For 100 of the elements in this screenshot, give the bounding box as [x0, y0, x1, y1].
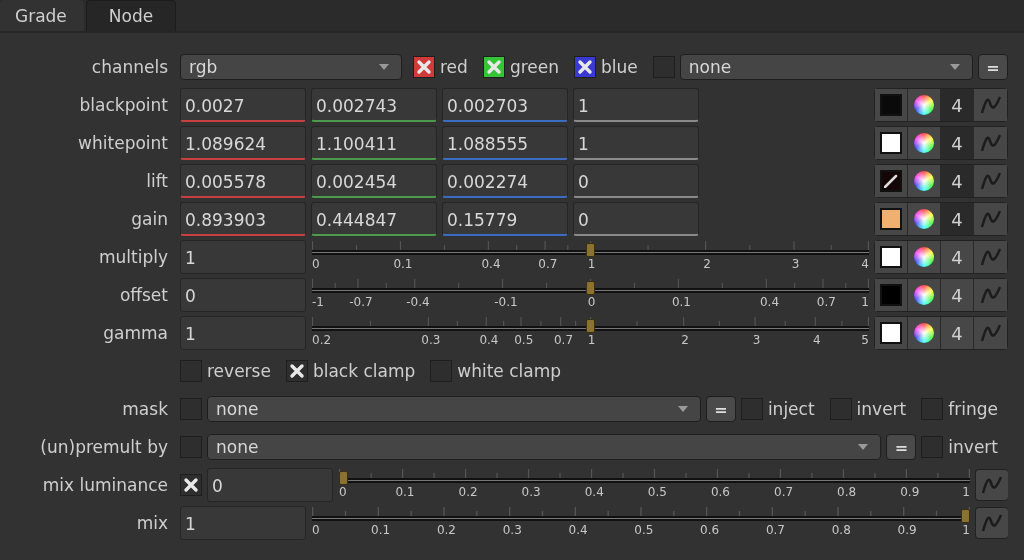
- number-field[interactable]: 1: [573, 126, 699, 160]
- color-wheel-icon: [914, 323, 934, 343]
- tick-label: 0.7: [816, 295, 836, 309]
- checkbox-label: black clamp: [312, 361, 416, 381]
- color-swatch-button[interactable]: [875, 165, 908, 197]
- color-swatch-button[interactable]: [875, 317, 908, 349]
- caret-icon: [379, 64, 389, 70]
- curve-icon: [979, 171, 1002, 191]
- channel-count-button[interactable]: 4: [941, 127, 974, 159]
- slider-thumb[interactable]: [586, 319, 595, 333]
- number-field[interactable]: 0.893903: [180, 202, 306, 236]
- number-field[interactable]: 0.444847: [311, 202, 437, 236]
- tick-label: 0.9: [900, 485, 920, 499]
- color-swatch-button[interactable]: [875, 89, 908, 121]
- channel-count-button[interactable]: 4: [941, 89, 974, 121]
- tick-label: 0.5: [634, 523, 654, 537]
- tick-label: -0.4: [406, 295, 430, 309]
- number-field[interactable]: 0: [573, 202, 699, 236]
- tab[interactable]: Grade: [0, 0, 84, 31]
- tick-label: 1: [962, 523, 970, 537]
- field-label: mask: [121, 399, 169, 419]
- number-field[interactable]: 1: [180, 506, 306, 540]
- number-field[interactable]: 0.005578: [180, 164, 306, 198]
- curve-icon: [981, 513, 1003, 533]
- checkbox-label: invert: [948, 437, 998, 457]
- dropdown[interactable]: none: [207, 434, 882, 460]
- number-field[interactable]: 0.002454: [311, 164, 437, 198]
- checkbox-label: red: [440, 57, 468, 77]
- number-field[interactable]: 1.088555: [442, 126, 568, 160]
- tick-label: 0.3: [502, 523, 522, 537]
- number-field[interactable]: 1: [180, 240, 306, 274]
- slider-thumb[interactable]: [961, 509, 970, 523]
- tick-label: -1: [312, 295, 324, 309]
- tick-label: 0.3: [421, 333, 441, 347]
- tick-label: 0.4: [481, 257, 501, 271]
- color-wheel-icon: [914, 171, 934, 191]
- cross-icon: [416, 59, 432, 75]
- tick-label: 0.7: [553, 333, 574, 347]
- tick-label: 2: [703, 257, 711, 271]
- number-field[interactable]: 0: [207, 468, 333, 502]
- slider-thumb[interactable]: [586, 281, 595, 295]
- dropdown[interactable]: none: [679, 54, 973, 80]
- channel-count-button[interactable]: 4: [941, 165, 974, 197]
- number-field[interactable]: 1: [573, 88, 699, 122]
- link-button[interactable]: =: [705, 396, 736, 422]
- color-swatch-button[interactable]: [875, 203, 908, 235]
- link-button[interactable]: =: [886, 434, 917, 460]
- tick-label: 0: [312, 523, 320, 537]
- field-label: mix: [135, 513, 169, 533]
- number-field[interactable]: 0: [180, 278, 306, 312]
- slider-track[interactable]: [312, 279, 869, 296]
- cross-icon: [183, 477, 199, 493]
- checkbox[interactable]: [482, 56, 505, 78]
- number-field[interactable]: 0.002703: [442, 88, 568, 122]
- curve-icon: [979, 133, 1002, 153]
- tick-label: 0.7: [765, 523, 785, 537]
- curve-icon: [981, 475, 1003, 495]
- color-swatch-button[interactable]: [875, 279, 908, 311]
- field-label: whitepoint: [77, 133, 169, 153]
- cross-icon: [288, 363, 305, 379]
- dropdown[interactable]: rgb: [180, 54, 402, 80]
- tick-label: 0.7: [538, 257, 558, 271]
- field-label: gain: [130, 209, 169, 229]
- checkbox[interactable]: [180, 474, 202, 496]
- curve-button[interactable]: [975, 469, 1008, 501]
- number-field[interactable]: 0: [573, 164, 699, 198]
- slider-thumb[interactable]: [586, 243, 595, 257]
- number-field[interactable]: 1.089624: [180, 126, 306, 160]
- color-wheel-icon: [914, 209, 934, 229]
- slider-track[interactable]: [312, 507, 970, 524]
- checkbox[interactable]: [285, 360, 308, 382]
- slider-track[interactable]: [312, 241, 869, 258]
- color-swatch-button[interactable]: [875, 241, 908, 273]
- caret-icon: [677, 406, 688, 412]
- slider-track[interactable]: [339, 469, 970, 486]
- color-swatch-button[interactable]: [875, 127, 908, 159]
- number-field[interactable]: 0.15779: [442, 202, 568, 236]
- number-field[interactable]: 0.002743: [311, 88, 437, 122]
- cross-icon: [485, 59, 502, 75]
- number-field[interactable]: 1.100411: [311, 126, 437, 160]
- curve-button[interactable]: [975, 507, 1008, 539]
- checkbox[interactable]: [574, 56, 596, 78]
- number-field[interactable]: 1: [180, 316, 306, 350]
- link-button[interactable]: =: [978, 54, 1008, 80]
- slider-thumb[interactable]: [339, 471, 348, 485]
- tick-label: 0.1: [371, 523, 391, 537]
- channel-count-button[interactable]: 4: [941, 203, 974, 235]
- number-field[interactable]: 0.0027: [180, 88, 306, 122]
- number-field[interactable]: 0.002274: [442, 164, 568, 198]
- tab[interactable]: Node: [85, 0, 177, 31]
- tick-label: 0.2: [312, 333, 332, 347]
- field-label: lift: [145, 171, 169, 191]
- tick-label: 0.4: [479, 333, 499, 347]
- field-label: multiply: [97, 247, 169, 267]
- field-label: blackpoint: [78, 95, 169, 115]
- dropdown[interactable]: none: [207, 396, 701, 422]
- caret-icon: [858, 444, 869, 450]
- checkbox[interactable]: [413, 56, 435, 78]
- tick-label: 0.6: [710, 485, 730, 499]
- slider-track[interactable]: [312, 317, 869, 334]
